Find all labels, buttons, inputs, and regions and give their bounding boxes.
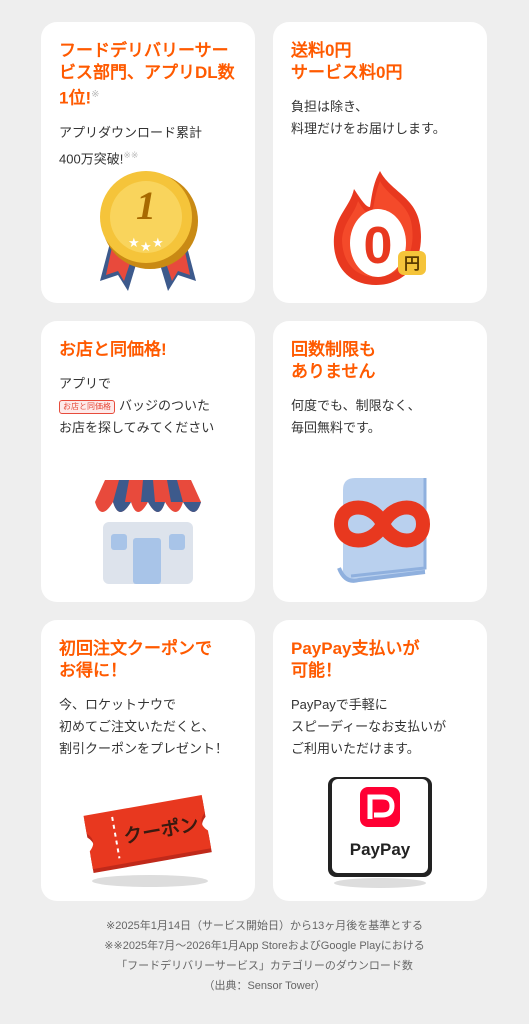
coupon-icon: クーポン: [41, 781, 255, 891]
same-price-badge: お店と同価格: [59, 399, 115, 414]
card-title-text: フードデリバリーサー ビス部門、アプリDL数 1位!: [59, 41, 235, 108]
feature-card-same-price: お店と同価格! アプリで お店と同価格 バッジのついた お店を探してみてください: [41, 321, 255, 602]
footnote-line: ※※2025年7月〜2026年1月App StoreおよびGoogle Play…: [104, 940, 425, 952]
paypay-logo-icon: PayPay: [273, 771, 487, 891]
feature-card-unlimited: 回数制限も ありません 何度でも、制限なく、 毎回無料です。: [273, 321, 487, 602]
paypay-logo-text: PayPay: [350, 840, 411, 859]
feature-card-free-delivery: 送料0円 サービス料0円 負担は除き、 料理だけをお届けします。 0 円: [273, 22, 487, 303]
svg-text:★: ★: [140, 239, 152, 254]
card-body: 負担は除き、 料理だけをお届けします。: [291, 99, 446, 136]
feature-card-paypay: PayPay支払いが 可能！ PayPayで手軽に スピーディーなお支払いが ご…: [273, 620, 487, 901]
footnote-marker: ※※: [123, 149, 139, 160]
footnote-line: （出典：Sensor Tower）: [203, 980, 326, 992]
footnotes: ※2025年1月14日（サービス開始日）から13ヶ月後を基準とする ※※2025…: [0, 916, 529, 996]
shop-icon: [41, 472, 255, 592]
zero-text: 0: [364, 217, 393, 275]
feature-card-first-coupon: 初回注文クーポンで お得に！ 今、ロケットナウで 初めてご注文いただくと、 割引…: [41, 620, 255, 901]
medal-icon: 1 ★ ★ ★: [41, 163, 255, 293]
medal-number: 1: [136, 183, 156, 228]
card-title: フードデリバリーサー ビス部門、アプリDL数 1位!※: [59, 40, 237, 110]
card-title: 回数制限も ありません: [291, 340, 376, 381]
card-title: 初回注文クーポンで お得に！: [59, 639, 212, 680]
yen-text: 円: [404, 255, 420, 273]
card-body: PayPayで手軽に スピーディーなお支払いが ご利用いただけます。: [291, 697, 447, 756]
feature-card-app-ranking: フードデリバリーサー ビス部門、アプリDL数 1位!※ アプリダウンロード累計 …: [41, 22, 255, 303]
card-body: 今、ロケットナウで 初めてご注文いただくと、 割引クーポンをプレゼント！: [59, 697, 229, 756]
footnote-marker: ※: [91, 89, 100, 100]
footnote-line: ※2025年1月14日（サービス開始日）から13ヶ月後を基準とする: [106, 920, 423, 932]
infinity-icon: [273, 472, 487, 592]
svg-text:★: ★: [152, 235, 164, 250]
card-title: PayPay支払いが 可能！: [291, 639, 420, 680]
card-body: アプリで お店と同価格 バッジのついた お店を探してみてください: [59, 373, 237, 439]
footnote-line: 「フードデリバリーサービス」カテゴリーのダウンロード数: [116, 960, 413, 972]
card-title: 送料0円 サービス料0円: [291, 41, 403, 82]
zero-flame-icon: 0 円: [273, 163, 487, 293]
svg-text:★: ★: [128, 235, 140, 250]
card-body: 何度でも、制限なく、 毎回無料です。: [291, 398, 421, 435]
card-body-text: アプリで: [59, 376, 112, 391]
feature-grid: フードデリバリーサー ビス部門、アプリDL数 1位!※ アプリダウンロード累計 …: [41, 22, 487, 901]
card-title: お店と同価格!: [59, 340, 167, 359]
